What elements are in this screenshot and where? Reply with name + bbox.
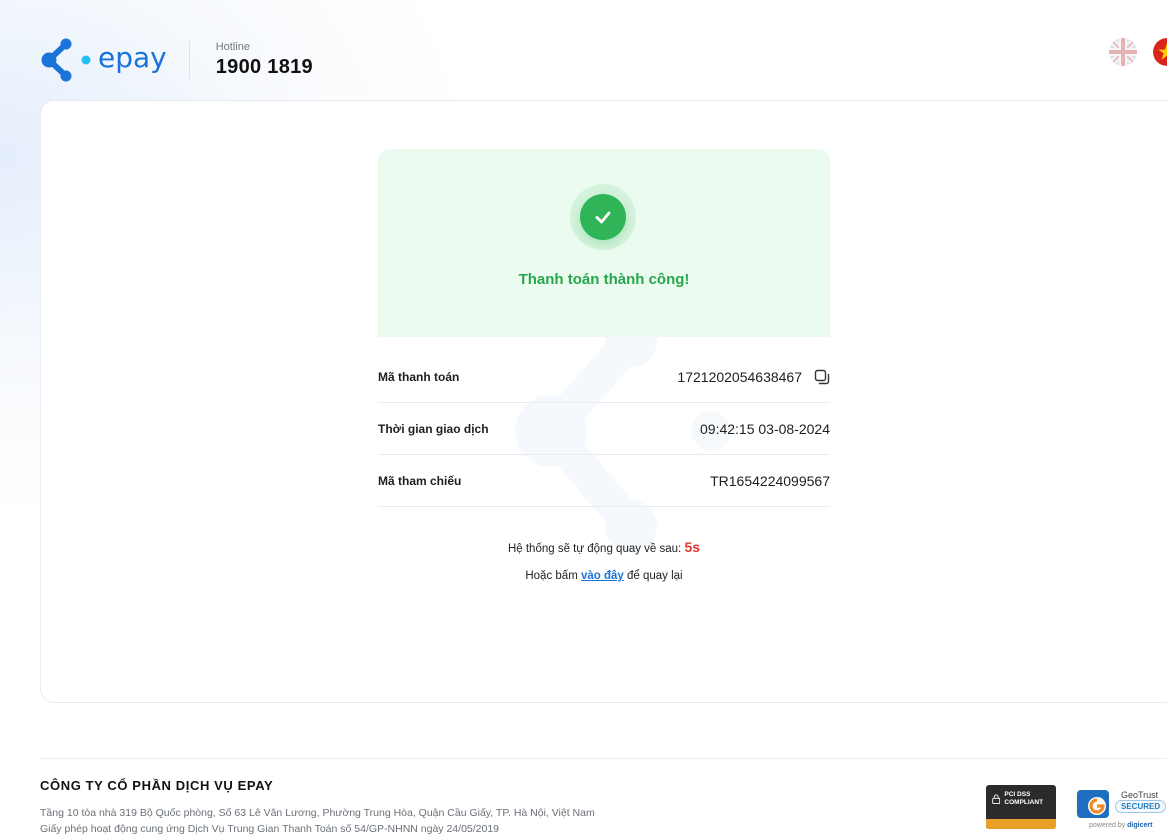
hotline-label: Hotline xyxy=(215,41,250,53)
payment-code-value: 1721202054638467 xyxy=(677,368,802,385)
hotline-number[interactable]: 1900 1819 xyxy=(216,56,313,79)
detail-label: Mã thanh toán xyxy=(378,369,460,384)
geotrust-name: GeoTrust xyxy=(1121,790,1159,800)
back-suffix: để quay lại xyxy=(623,570,683,582)
geotrust-badge: GeoTrust SECURED powered by digicert xyxy=(1075,784,1167,832)
epay-logo[interactable]: epay xyxy=(40,38,167,82)
geotrust-secured: SECURED xyxy=(1115,800,1167,813)
company-address: Tầng 10 tòa nhà 319 Bộ Quốc phòng, Số 63… xyxy=(40,807,595,819)
ticket-edge xyxy=(378,325,830,337)
header-divider xyxy=(188,41,190,79)
back-link[interactable]: vào đây xyxy=(581,570,624,582)
pci-badge-strip xyxy=(986,819,1056,829)
digicert-brand: digicert xyxy=(1127,822,1153,829)
transaction-details: Mã thanh toán 1721202054638467 Thời gian… xyxy=(378,351,830,507)
pci-dss-badge: PCI DSS COMPLIANT xyxy=(986,785,1056,829)
payment-result-card: Thanh toán thành công! Mã thanh toán 172… xyxy=(40,100,1167,703)
epay-logo-icon xyxy=(41,38,91,82)
company-name: CÔNG TY CỔ PHẦN DỊCH VỤ EPAY xyxy=(40,778,274,793)
brand-name: epay xyxy=(98,41,167,74)
detail-value: 1721202054638467 xyxy=(677,369,830,385)
uk-flag-icon[interactable] xyxy=(1109,38,1137,66)
detail-row-reference-code: Mã tham chiếu TR1654224099567 xyxy=(378,455,830,507)
countdown-timer: 5s xyxy=(684,539,701,555)
pci-badge-text: PCI DSS COMPLIANT xyxy=(1004,791,1044,806)
auto-redirect-notice: Hệ thống sẽ tự động quay về sau: 5s xyxy=(378,539,830,555)
detail-row-payment-code: Mã thanh toán 1721202054638467 xyxy=(378,351,830,403)
header: epay Hotline 1900 1819 xyxy=(40,30,1167,90)
lock-icon xyxy=(992,793,1001,804)
language-switcher xyxy=(1093,38,1167,66)
detail-row-transaction-time: Thời gian giao dịch 09:42:15 03-08-2024 xyxy=(378,403,830,455)
copy-icon[interactable] xyxy=(814,369,830,385)
success-title: Thanh toán thành công! xyxy=(518,271,690,288)
powered-by-prefix: powered by xyxy=(1089,822,1128,829)
manual-return: Hoặc bấm vào đây để quay lại xyxy=(378,570,830,582)
hotline: Hotline 1900 1819 xyxy=(216,41,313,79)
footer-divider xyxy=(40,758,1167,759)
detail-label: Mã tham chiếu xyxy=(378,473,462,488)
back-prefix: Hoặc bấm xyxy=(525,570,581,582)
detail-value: TR1654224099567 xyxy=(710,472,830,489)
geotrust-powered-by: powered by digicert xyxy=(1089,822,1152,829)
detail-value: 09:42:15 03-08-2024 xyxy=(700,420,830,437)
success-panel: Thanh toán thành công! xyxy=(378,149,830,337)
detail-label: Thời gian giao dịch xyxy=(378,421,489,436)
success-badge xyxy=(570,184,636,250)
company-license: Giấy phép hoạt động cung ứng Dịch Vụ Tru… xyxy=(40,823,500,835)
redirect-text: Hệ thống sẽ tự động quay về sau: xyxy=(507,543,685,555)
checkmark-icon xyxy=(580,194,626,240)
geotrust-logo-icon xyxy=(1077,790,1109,818)
vietnam-flag-icon[interactable] xyxy=(1153,38,1167,66)
